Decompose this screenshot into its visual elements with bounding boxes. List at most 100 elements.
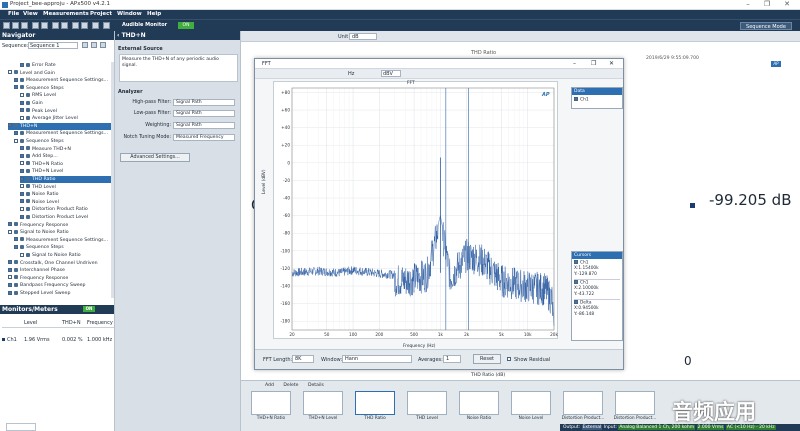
tree-checkbox[interactable] [20,199,24,204]
tree-checkbox[interactable] [14,237,18,242]
tree-checkbox[interactable] [20,100,24,105]
notch-dropdown[interactable]: Measured Frequency [173,134,235,141]
delete-button[interactable]: Delete [283,383,298,388]
weighting-dropdown[interactable]: Signal Path [173,122,235,129]
monitors-toggle[interactable]: ON [83,306,95,312]
tree-item[interactable]: Measurement Sequence Settings... [14,130,114,137]
sequence-copy-icon[interactable] [91,42,97,48]
tree-checkbox[interactable] [14,138,18,143]
new-icon[interactable] [3,22,10,29]
sequence-settings-icon[interactable] [100,42,106,48]
tree-checkbox[interactable] [20,252,24,257]
tree-item[interactable]: Sequence Steps [14,85,114,92]
tree-checkbox[interactable] [20,161,24,166]
generator-icon[interactable] [92,22,99,29]
navigator-scrollbar[interactable] [111,62,114,298]
monitor-toggle[interactable]: ON [178,22,194,29]
tree-checkbox[interactable] [14,244,18,249]
reset-button[interactable]: Reset [473,354,501,364]
fft-unit-dropdown[interactable]: dBV [381,70,401,77]
tree-checkbox[interactable] [20,184,24,189]
close-button[interactable]: ✕ [779,0,795,8]
tree-checkbox[interactable] [8,222,12,227]
tree-checkbox[interactable] [8,123,12,128]
data-channel-row[interactable]: Ch1 [572,95,622,105]
tree-item[interactable]: THD+N [8,122,114,131]
menu-help[interactable]: Help [147,11,161,17]
menu-measurements[interactable]: Measurements [43,11,89,17]
tree-checkbox[interactable] [20,115,24,120]
tree-item[interactable]: Crosstalk, One Channel Undriven [8,260,114,267]
tree-item[interactable]: Signal to Noise Ratio [8,229,114,236]
cursor1-checkbox[interactable] [574,260,578,264]
tree-checkbox[interactable] [14,77,18,82]
tree-item[interactable]: Frequency Response [8,222,114,229]
output-value[interactable]: External [581,425,603,430]
tree-checkbox[interactable] [8,267,12,272]
menu-file[interactable]: File [8,11,19,17]
minimize-button[interactable]: – [740,0,756,8]
data-ch1-checkbox[interactable] [574,97,578,101]
tree-item[interactable]: Add Step... [20,153,114,160]
save-icon[interactable] [21,22,28,29]
add-button[interactable]: Add [265,383,274,388]
tree-item[interactable]: Sequence Steps [14,138,114,145]
tree-item[interactable]: Average Jitter Level [20,115,114,122]
sequence-mode-button[interactable]: Sequence Mode [740,22,792,30]
open-icon[interactable] [12,22,19,29]
taskbar-thumb[interactable] [6,423,36,431]
tree-item[interactable]: Noise Level [20,199,114,206]
run-icon[interactable] [72,22,79,29]
tree-checkbox[interactable] [8,282,12,287]
tree-checkbox[interactable] [8,70,12,75]
delta-checkbox[interactable] [574,300,578,304]
tree-item[interactable]: Stepped Level Sweep [8,290,114,297]
stop-icon[interactable] [81,22,88,29]
result-thumbnail[interactable]: THD Ratio [353,391,397,425]
tree-checkbox[interactable] [20,176,24,181]
tree-checkbox[interactable] [20,206,24,211]
result-thumbnail[interactable]: THD+N Level [301,391,345,425]
tree-checkbox[interactable] [20,62,24,67]
tree-item[interactable]: Gain [20,100,114,107]
tree-item[interactable]: THD Ratio [20,176,114,184]
unit-dropdown[interactable]: dB [349,33,377,40]
tree-item[interactable]: Noise Ratio [20,191,114,198]
window-dropdown[interactable]: Hann [342,355,412,363]
menu-project[interactable]: Project [90,11,112,17]
result-thumbnail[interactable]: Noise Level [509,391,553,425]
tree-checkbox[interactable] [8,229,12,234]
tree-checkbox[interactable] [14,85,18,90]
tree-checkbox[interactable] [8,290,12,295]
tree-item[interactable]: Frequency Response [8,275,114,282]
result-thumbnail[interactable]: THD Level [405,391,449,425]
result-thumbnail[interactable]: Noise Ratio [457,391,501,425]
tree-checkbox[interactable] [8,275,12,280]
tree-checkbox[interactable] [20,214,24,219]
show-residual-checkbox[interactable] [507,357,511,361]
tree-item[interactable]: Signal to Noise Ratio [20,252,114,259]
tree-item[interactable]: THD Level [20,184,114,191]
menu-window[interactable]: Window [117,11,142,17]
sequence-add-icon[interactable] [82,42,88,48]
details-button[interactable]: Details [308,383,324,388]
tree-item[interactable]: THD+N Ratio [20,161,114,168]
tree-item[interactable]: Interchannel Phase [8,267,114,274]
settings-icon[interactable] [52,22,59,29]
result-thumbnail[interactable]: Distortion Product... [613,391,657,425]
tree-item[interactable]: Measure THD+N [20,146,114,153]
maximize-button[interactable]: ❐ [759,0,775,8]
fft-close-button[interactable]: ✕ [609,60,614,67]
sequence-dropdown[interactable]: Sequence 1 [28,42,78,49]
tree-item[interactable]: THD+N Level [20,168,114,175]
tree-checkbox[interactable] [20,153,24,158]
monitor-icon[interactable] [103,22,110,29]
tree-item[interactable]: Measurement Sequence Settings... [14,237,114,244]
undo-icon[interactable] [32,22,39,29]
tree-item[interactable]: Sequence Steps [14,244,114,251]
tree-checkbox[interactable] [14,130,18,135]
cursor2-checkbox[interactable] [574,280,578,284]
redo-icon[interactable] [41,22,48,29]
highpass-dropdown[interactable]: Signal Path [173,99,235,106]
averages-input[interactable]: 1 [443,355,461,363]
